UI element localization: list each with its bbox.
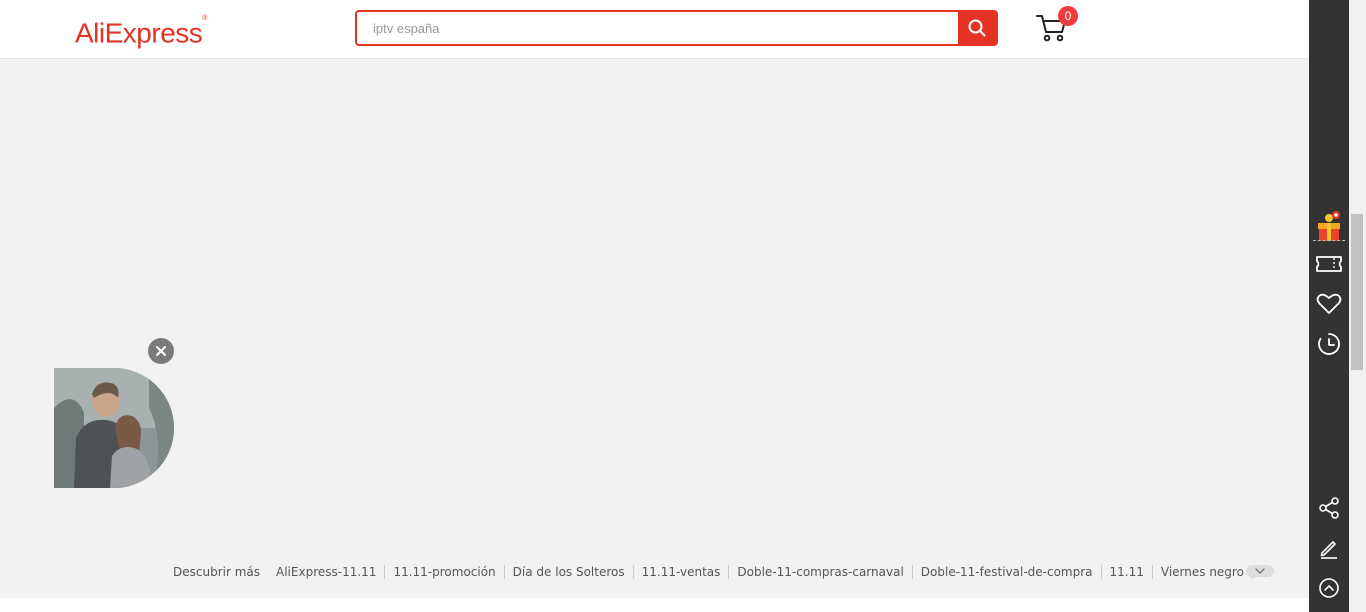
gift-button[interactable] — [1309, 208, 1349, 244]
cart-count-badge: 0 — [1058, 6, 1078, 26]
wishlist-button[interactable] — [1309, 286, 1349, 322]
page: AliExpress® 0 — [0, 0, 1366, 612]
search-button[interactable] — [958, 12, 996, 44]
share-button[interactable] — [1309, 490, 1349, 526]
logo-registered-mark: ® — [202, 15, 207, 22]
footer-discover-label: Descubrir más — [173, 565, 261, 579]
right-toolbar — [1309, 0, 1349, 612]
footer-link[interactable]: Día de los Solteros — [505, 565, 634, 579]
float-widget-image[interactable] — [54, 368, 174, 488]
logo-text: AliExpress — [75, 17, 203, 49]
share-icon — [1319, 497, 1339, 519]
history-button[interactable] — [1309, 326, 1349, 362]
footer-expand-toggle[interactable] — [1246, 565, 1274, 577]
footer-link[interactable]: 11.11-promoción — [385, 565, 505, 579]
footer-link[interactable]: 11.11 — [1102, 565, 1153, 579]
aliexpress-logo[interactable]: AliExpress® — [75, 14, 207, 50]
float-widget-close-button[interactable] — [148, 338, 174, 364]
footer-link[interactable]: Doble-11-festival-de-compra — [913, 565, 1102, 579]
footer-link[interactable]: AliExpress-11.11 — [268, 565, 386, 579]
chevron-down-icon — [1255, 568, 1265, 574]
footer-link[interactable]: Doble-11-compras-carnaval — [729, 565, 913, 579]
footer-discover-links: Descubrir más AliExpress-11.11 11.11-pro… — [165, 562, 1253, 582]
close-icon — [156, 346, 166, 356]
back-to-top-icon — [1319, 578, 1339, 598]
search-icon — [968, 19, 986, 37]
search-input[interactable] — [357, 12, 961, 44]
feedback-button[interactable] — [1309, 530, 1349, 566]
heart-icon — [1316, 293, 1342, 314]
footer-bottom-strip — [0, 598, 1309, 612]
history-clock-icon — [1318, 333, 1340, 355]
header-bar: AliExpress® 0 — [0, 0, 1309, 59]
search-bar — [355, 10, 998, 46]
cart-button[interactable]: 0 — [1034, 6, 1078, 48]
back-to-top-button[interactable] — [1309, 570, 1349, 606]
footer-link[interactable]: Viernes negro — [1153, 565, 1253, 579]
coupon-icon — [1316, 256, 1342, 272]
coupon-button[interactable] — [1309, 246, 1349, 282]
gift-icon — [1318, 211, 1340, 241]
scrollbar-thumb[interactable] — [1351, 214, 1363, 370]
footer-link[interactable]: 11.11-ventas — [634, 565, 730, 579]
gift-divider — [1313, 240, 1345, 241]
edit-pencil-icon — [1320, 541, 1337, 559]
